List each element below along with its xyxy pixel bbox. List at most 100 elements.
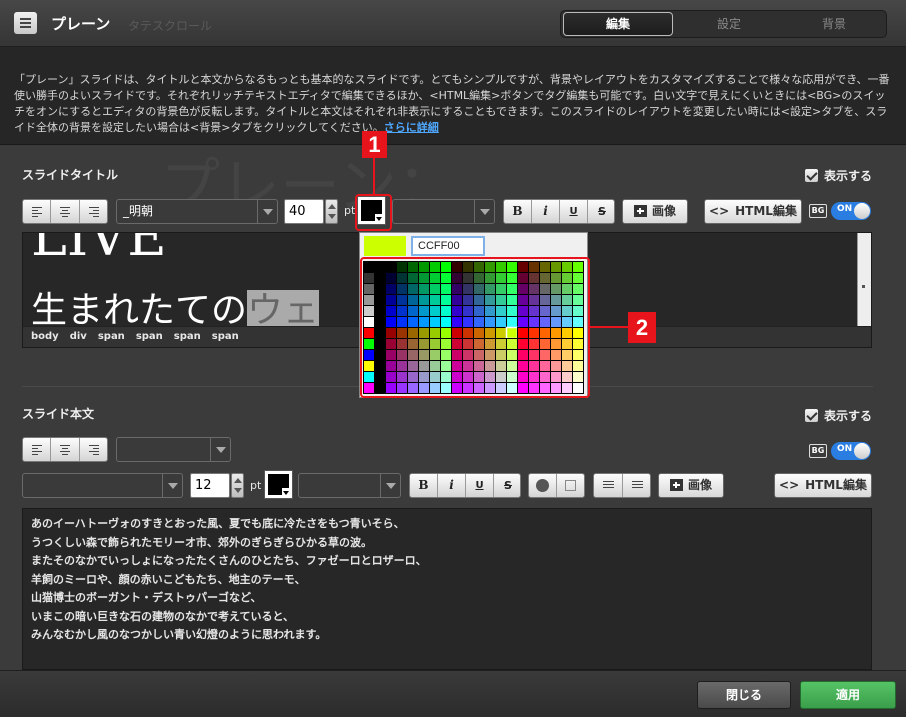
body-bg-toggle[interactable]: ON (831, 442, 871, 460)
body-show-checkbox[interactable]: 表示する (805, 407, 872, 424)
description-text: 「プレーン」スライドは、タイトルと本文からなるもっとも基本的なスライドです。とて… (14, 73, 890, 134)
underline-button[interactable]: U (466, 474, 494, 497)
bold-button[interactable]: B (504, 200, 532, 223)
body-format-group: B i U S (409, 473, 521, 498)
tab-background[interactable]: 背景 (783, 11, 885, 37)
bold-button[interactable]: B (410, 474, 438, 497)
menu-icon[interactable] (14, 12, 37, 34)
callout-2-badge: 2 (628, 312, 656, 343)
tab-bar: 編集 設定 背景 (560, 10, 887, 38)
checkbox-checked-icon (805, 169, 818, 182)
align-left-icon (32, 445, 42, 457)
image-plus-icon (633, 205, 647, 217)
align-left-icon (32, 207, 42, 219)
body-color-swatch[interactable] (264, 470, 293, 499)
code-brackets-icon: <> (779, 478, 800, 492)
body-font-size-stepper[interactable] (231, 473, 244, 498)
align-center-icon (60, 445, 70, 457)
more-details-link[interactable]: さらに詳細 (384, 121, 439, 134)
slide-title-label: スライドタイトル (22, 168, 119, 182)
callout-2-line (590, 326, 630, 328)
callout-1-badge: 1 (362, 131, 387, 158)
body-style-select[interactable] (298, 473, 401, 498)
dialog-title: プレーン (51, 15, 111, 33)
underline-button[interactable]: U (560, 200, 588, 223)
slide-body-label: スライド本文 (22, 407, 95, 421)
description-panel: 「プレーン」スライドは、タイトルと本文からなるもっとも基本的なスライドです。とて… (0, 47, 906, 145)
body-text-content: あのイーハトーヴォのすきとおった風、夏でも底に冷たさをもつ青いそら、 うつくしい… (31, 517, 427, 641)
body-font-size-input[interactable]: 12 (190, 473, 230, 498)
toggle-knob (854, 443, 870, 459)
title-font-size-input[interactable]: 40 (284, 199, 324, 224)
body-align-group (22, 437, 108, 462)
title-editor-scrollbar[interactable] (857, 233, 871, 326)
close-button[interactable]: 閉じる (697, 681, 791, 709)
title-style-select[interactable] (392, 199, 495, 224)
dialog-footer: 閉じる 適用 (0, 670, 906, 717)
toggle-knob (854, 203, 870, 219)
title-font-size-stepper[interactable] (325, 199, 338, 224)
align-left-button[interactable] (23, 438, 51, 461)
callout-1-line (373, 156, 375, 194)
title-font-select[interactable]: _明朝 (116, 199, 278, 224)
tab-settings[interactable]: 設定 (676, 11, 782, 37)
color-preview (364, 236, 406, 256)
italic-button[interactable]: i (438, 474, 466, 497)
slide-edit-dialog: プレーン タテスクロール 編集 設定 背景 「プレーン」スライドは、タイトルと本… (0, 0, 906, 717)
align-center-button[interactable] (51, 438, 80, 461)
image-plus-icon (669, 479, 683, 491)
body-link-group (528, 473, 585, 498)
globe-icon (536, 479, 549, 492)
title-show-checkbox[interactable]: 表示する (805, 167, 872, 184)
title-html-edit-button[interactable]: <> HTML編集 (704, 199, 802, 224)
editor-area: プレーン： スライドタイトル 表示する _明朝 40 pt B i U S 画像… (0, 146, 906, 670)
chevron-down-icon (380, 474, 400, 497)
dialog-header: プレーン タテスクロール 編集 設定 背景 (0, 0, 906, 47)
chevron-down-icon (257, 200, 277, 223)
body-rich-editor[interactable]: あのイーハトーヴォのすきとおった風、夏でも底に冷たさをもつ青いそら、 うつくしい… (22, 508, 872, 670)
title-bg-badge: BG (809, 204, 827, 218)
title-line-live: LIVE (31, 232, 167, 268)
dropdown-triangle-icon (282, 488, 291, 497)
chevron-down-icon (162, 474, 182, 497)
body-paragraph-select[interactable] (116, 437, 231, 462)
body-size-unit: pt (250, 479, 262, 492)
callout-2-highlight (360, 257, 590, 398)
color-hex-input[interactable]: CCFF00 (411, 236, 485, 256)
align-right-icon (89, 207, 99, 219)
tab-edit[interactable]: 編集 (563, 12, 673, 36)
code-brackets-icon: <> (709, 204, 730, 218)
apply-button[interactable]: 適用 (800, 681, 896, 709)
strikethrough-button[interactable]: S (588, 200, 614, 223)
title-bg-toggle[interactable]: ON (831, 202, 871, 220)
chevron-down-icon (210, 438, 230, 461)
italic-button[interactable]: i (532, 200, 560, 223)
body-list-group (593, 473, 651, 498)
numbered-list-button[interactable] (623, 474, 650, 497)
selected-text: ウェ (247, 290, 320, 331)
checkbox-checked-icon (805, 409, 818, 422)
align-right-icon (89, 445, 99, 457)
unlink-button[interactable] (557, 474, 584, 497)
callout-1-highlight (355, 194, 392, 231)
link-button[interactable] (529, 474, 557, 497)
align-center-button[interactable] (51, 200, 80, 223)
body-image-button[interactable]: 画像 (658, 473, 724, 498)
align-center-icon (60, 207, 70, 219)
align-left-button[interactable] (23, 200, 51, 223)
numbered-list-icon (632, 481, 643, 490)
body-bg-badge: BG (809, 444, 827, 458)
background-ghost-text: タテスクロール (128, 19, 213, 33)
bullet-list-button[interactable] (594, 474, 623, 497)
title-align-group (22, 199, 108, 224)
unlink-icon (565, 480, 576, 491)
body-html-edit-button[interactable]: <> HTML編集 (774, 473, 872, 498)
title-image-button[interactable]: 画像 (622, 199, 688, 224)
align-right-button[interactable] (80, 200, 107, 223)
bullet-list-icon (603, 481, 614, 490)
strikethrough-button[interactable]: S (494, 474, 520, 497)
title-format-group: B i U S (503, 199, 615, 224)
body-font-select[interactable] (22, 473, 183, 498)
title-size-unit: pt (344, 204, 356, 217)
align-right-button[interactable] (80, 438, 107, 461)
